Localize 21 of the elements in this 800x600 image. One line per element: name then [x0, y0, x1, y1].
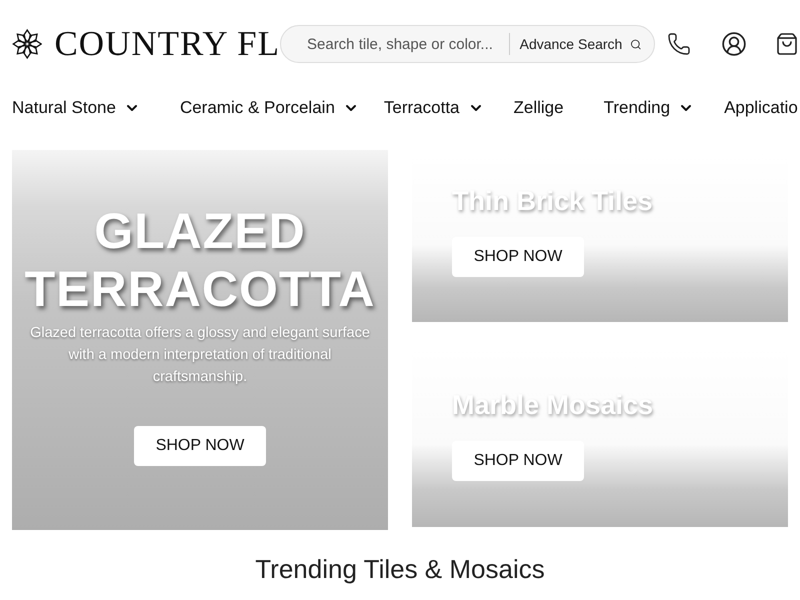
- shop-now-button[interactable]: SHOP NOW: [452, 237, 584, 277]
- promo-title: Thin Brick Tiles: [452, 186, 655, 217]
- advance-search-button[interactable]: Advance Search: [520, 36, 622, 52]
- hero-title: GLAZED: [94, 202, 306, 260]
- promo-title: Marble Mosaics: [452, 390, 656, 421]
- hero-title: TERRACOTTA: [24, 260, 376, 318]
- nav-item[interactable]: Applicatio: [724, 98, 798, 118]
- account-icon[interactable]: [721, 31, 747, 57]
- nav-item[interactable]: Trending: [604, 98, 694, 118]
- nav-item[interactable]: Zellige: [514, 98, 564, 118]
- section-heading: Trending Tiles & Mosaics: [254, 554, 546, 585]
- search-field[interactable]: Search tile, shape or color... Advance Search: [280, 25, 655, 63]
- shopping-bag-icon[interactable]: [775, 32, 799, 56]
- hero-description: Glazed terracotta offers a glossy and elegant surface with a modern interpretation of traditional craftsmanship.: [29, 324, 371, 387]
- nav-item[interactable]: Ceramic & Porcelain: [180, 98, 359, 118]
- nav-item[interactable]: Terracotta: [384, 98, 484, 118]
- phone-icon[interactable]: [667, 32, 691, 56]
- shop-now-button[interactable]: SHOP NOW: [134, 426, 266, 466]
- logo-text[interactable]: COUNTRY FL: [54, 24, 280, 64]
- nav-item[interactable]: Natural Stone: [12, 98, 140, 118]
- shop-now-button[interactable]: SHOP NOW: [452, 441, 584, 481]
